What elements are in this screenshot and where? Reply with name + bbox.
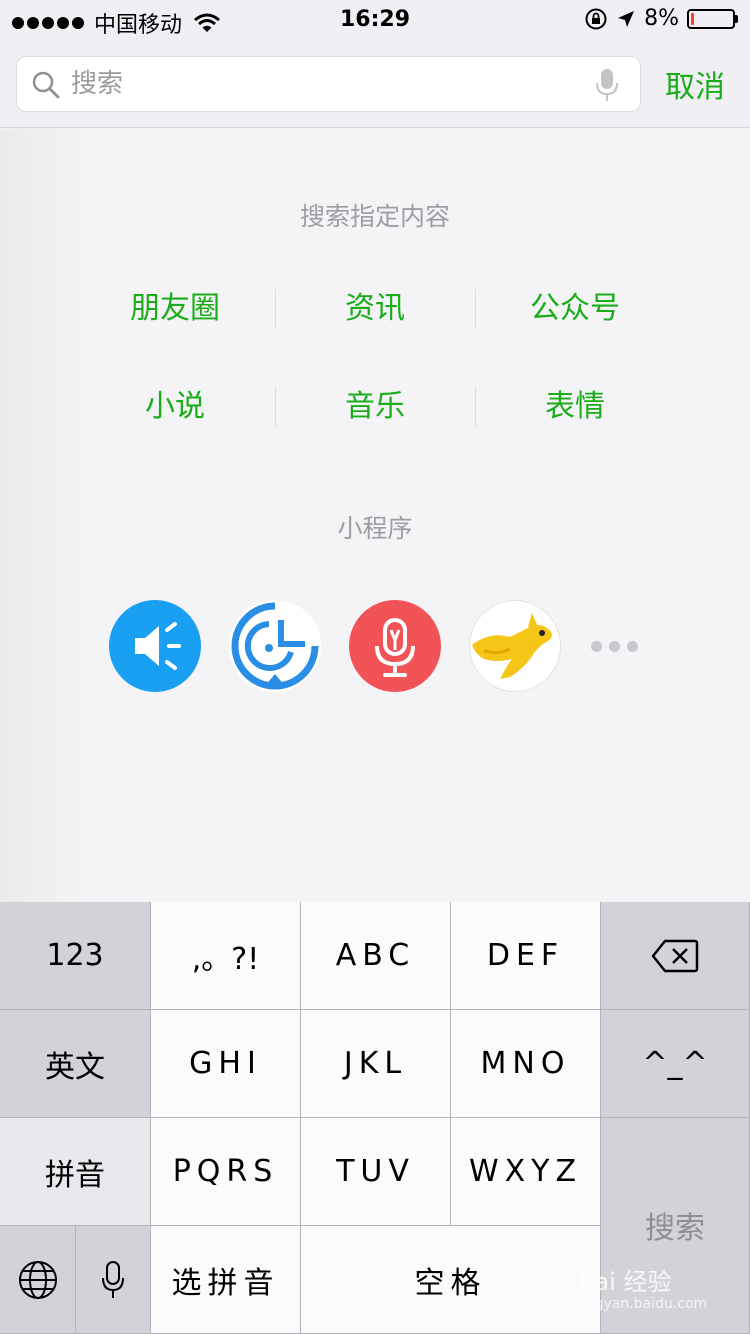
keyboard: 123 ,。?! ABC DEF 英文 GHI JKL MNO ^_^ 拼音 P… — [0, 902, 750, 1334]
globe-icon — [18, 1260, 57, 1299]
key-abc[interactable]: ABC — [301, 902, 451, 1010]
key-wxyz[interactable]: WXYZ — [451, 1118, 601, 1226]
more-mini-programs-icon[interactable] — [591, 640, 638, 652]
battery-percent: 8% — [644, 6, 679, 31]
category-news[interactable]: 资讯 — [275, 289, 475, 329]
microphone-icon — [102, 1260, 124, 1298]
search-box[interactable] — [16, 56, 641, 112]
key-select-pinyin[interactable]: 选拼音 — [151, 1226, 301, 1334]
rotation-lock-icon — [585, 8, 607, 29]
mini-programs-row — [109, 600, 638, 692]
voice-app-icon[interactable] — [349, 600, 441, 692]
search-header: 取消 — [0, 40, 750, 128]
key-emoticon[interactable]: ^_^ — [601, 1010, 750, 1118]
backspace-key[interactable] — [601, 902, 750, 1010]
key-def[interactable]: DEF — [451, 902, 601, 1010]
search-category-row: 小说 音乐 表情 — [75, 387, 675, 427]
location-arrow-icon — [618, 10, 635, 27]
key-ghi[interactable]: GHI — [151, 1010, 301, 1118]
category-stickers[interactable]: 表情 — [475, 387, 675, 427]
key-punctuation[interactable]: ,。?! — [151, 902, 301, 1010]
backspace-icon — [651, 939, 699, 972]
key-mno[interactable]: MNO — [451, 1010, 601, 1118]
search-key[interactable]: 搜索 — [601, 1118, 750, 1334]
key-jkl[interactable]: JKL — [301, 1010, 451, 1118]
mini-programs-title: 小程序 — [337, 514, 413, 543]
battery-icon — [687, 8, 738, 29]
status-bar: 中国移动 16:29 8% — [0, 0, 750, 40]
category-moments[interactable]: 朋友圈 — [75, 289, 275, 329]
search-icon — [31, 70, 61, 100]
battery-level — [691, 12, 694, 25]
voice-input-mic-icon[interactable] — [594, 68, 620, 102]
key-pinyin[interactable]: 拼音 — [0, 1118, 151, 1226]
key-pqrs[interactable]: PQRS — [151, 1118, 301, 1226]
search-specific-title: 搜索指定内容 — [299, 202, 450, 231]
speaker-app-icon[interactable] — [109, 600, 201, 692]
category-novels[interactable]: 小说 — [75, 387, 275, 427]
key-123[interactable]: 123 — [0, 902, 151, 1010]
key-tuv[interactable]: TUV — [301, 1118, 451, 1226]
category-music[interactable]: 音乐 — [275, 387, 475, 427]
dictation-key[interactable] — [76, 1226, 151, 1334]
space-key[interactable]: 空格 — [301, 1226, 601, 1334]
search-category-row: 朋友圈 资讯 公众号 — [75, 289, 675, 329]
search-content: 搜索指定内容 朋友圈 资讯 公众号 小说 音乐 表情 小程序 — [0, 129, 750, 902]
search-input[interactable] — [71, 57, 571, 111]
kangaroo-app-icon[interactable] — [469, 600, 561, 692]
category-official-accounts[interactable]: 公众号 — [475, 289, 675, 329]
globe-key[interactable] — [0, 1226, 76, 1334]
cancel-button[interactable]: 取消 — [665, 62, 725, 106]
timer-app-icon[interactable] — [229, 600, 321, 692]
key-english[interactable]: 英文 — [0, 1010, 151, 1118]
status-right: 8% — [584, 6, 738, 31]
